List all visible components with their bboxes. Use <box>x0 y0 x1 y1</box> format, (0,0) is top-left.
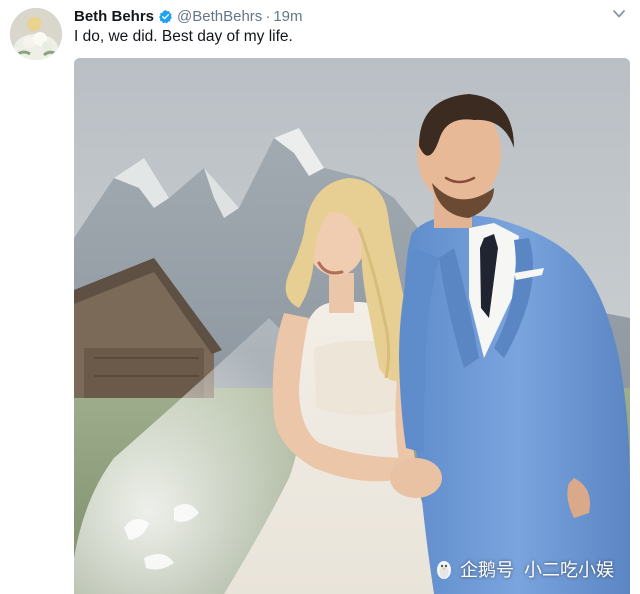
avatar-image <box>10 8 62 60</box>
separator-dot: · <box>265 7 271 25</box>
user-handle[interactable]: @BethBehrs <box>177 8 262 25</box>
tweet-text: I do, we did. Best day of my life. <box>74 28 293 45</box>
tweet-header: Beth Behrs @BethBehrs · 19m <box>74 6 303 26</box>
watermark: 企鹅号 小二吃小娱 <box>434 556 614 582</box>
tweet-photo[interactable]: 企鹅号 小二吃小娱 <box>74 58 630 594</box>
tweet-card[interactable]: Beth Behrs @BethBehrs · 19m I do, we did… <box>0 0 640 594</box>
timestamp[interactable]: 19m <box>273 8 302 25</box>
watermark-account: 小二吃小娱 <box>524 560 614 580</box>
wedding-photo <box>74 58 630 594</box>
display-name[interactable]: Beth Behrs <box>74 8 154 25</box>
watermark-brand: 企鹅号 <box>460 560 514 580</box>
chevron-down-icon[interactable] <box>612 8 626 20</box>
penguin-logo-icon <box>434 558 454 580</box>
verified-badge-icon <box>158 9 173 24</box>
avatar[interactable] <box>10 8 62 60</box>
